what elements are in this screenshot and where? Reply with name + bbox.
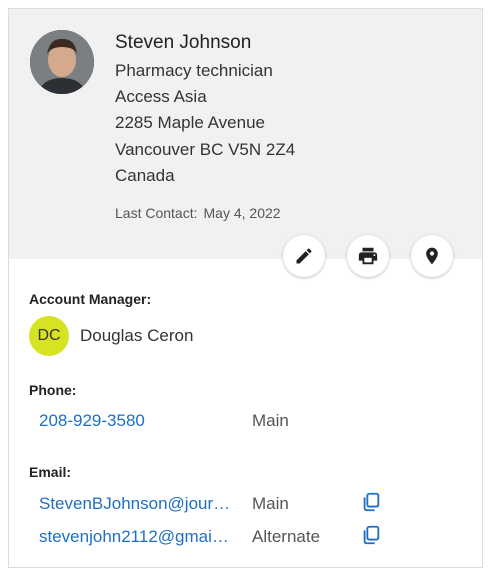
contact-avatar [30,30,94,94]
copy-email-main-button[interactable] [360,491,382,513]
contact-header: Steven Johnson Pharmacy technician Acces… [9,9,482,259]
map-pin-icon [426,247,438,265]
last-contact-label: Last Contact: [115,205,198,221]
pencil-icon [296,248,312,264]
contact-address-line1: 2285 Maple Avenue [115,113,265,132]
contact-address-line2: Vancouver BC V5N 2Z4 [115,140,296,159]
email-type-alternate: Alternate [252,527,321,546]
account-manager-avatar: DC [29,316,69,356]
contact-company: Access Asia [115,87,207,106]
account-manager-label: Account Manager: [29,291,152,307]
email-label: Email: [29,464,72,480]
phone-link[interactable]: 208-929-3580 [39,411,145,431]
email-link-alternate[interactable]: stevenjohn2112@gmai… [39,527,244,547]
contact-country: Canada [115,166,175,185]
email-link-main[interactable]: StevenBJohnson@jour… [39,494,244,514]
copy-icon [363,492,380,512]
account-manager-name: Douglas Ceron [80,326,194,345]
print-button[interactable] [347,235,389,277]
map-location-button[interactable] [411,235,453,277]
phone-label: Phone: [29,382,77,398]
last-contact-value: May 4, 2022 [203,205,281,221]
contact-job-title: Pharmacy technician [115,61,273,80]
contact-name: Steven Johnson [115,32,252,53]
printer-icon [358,247,378,265]
email-type-main: Main [252,494,289,513]
edit-button[interactable] [283,235,325,277]
copy-icon [363,525,380,545]
contact-card: Steven Johnson Pharmacy technician Acces… [8,8,483,568]
phone-type: Main [252,411,289,430]
copy-email-alternate-button[interactable] [360,524,382,546]
last-contact: Last Contact: May 4, 2022 [115,205,281,221]
